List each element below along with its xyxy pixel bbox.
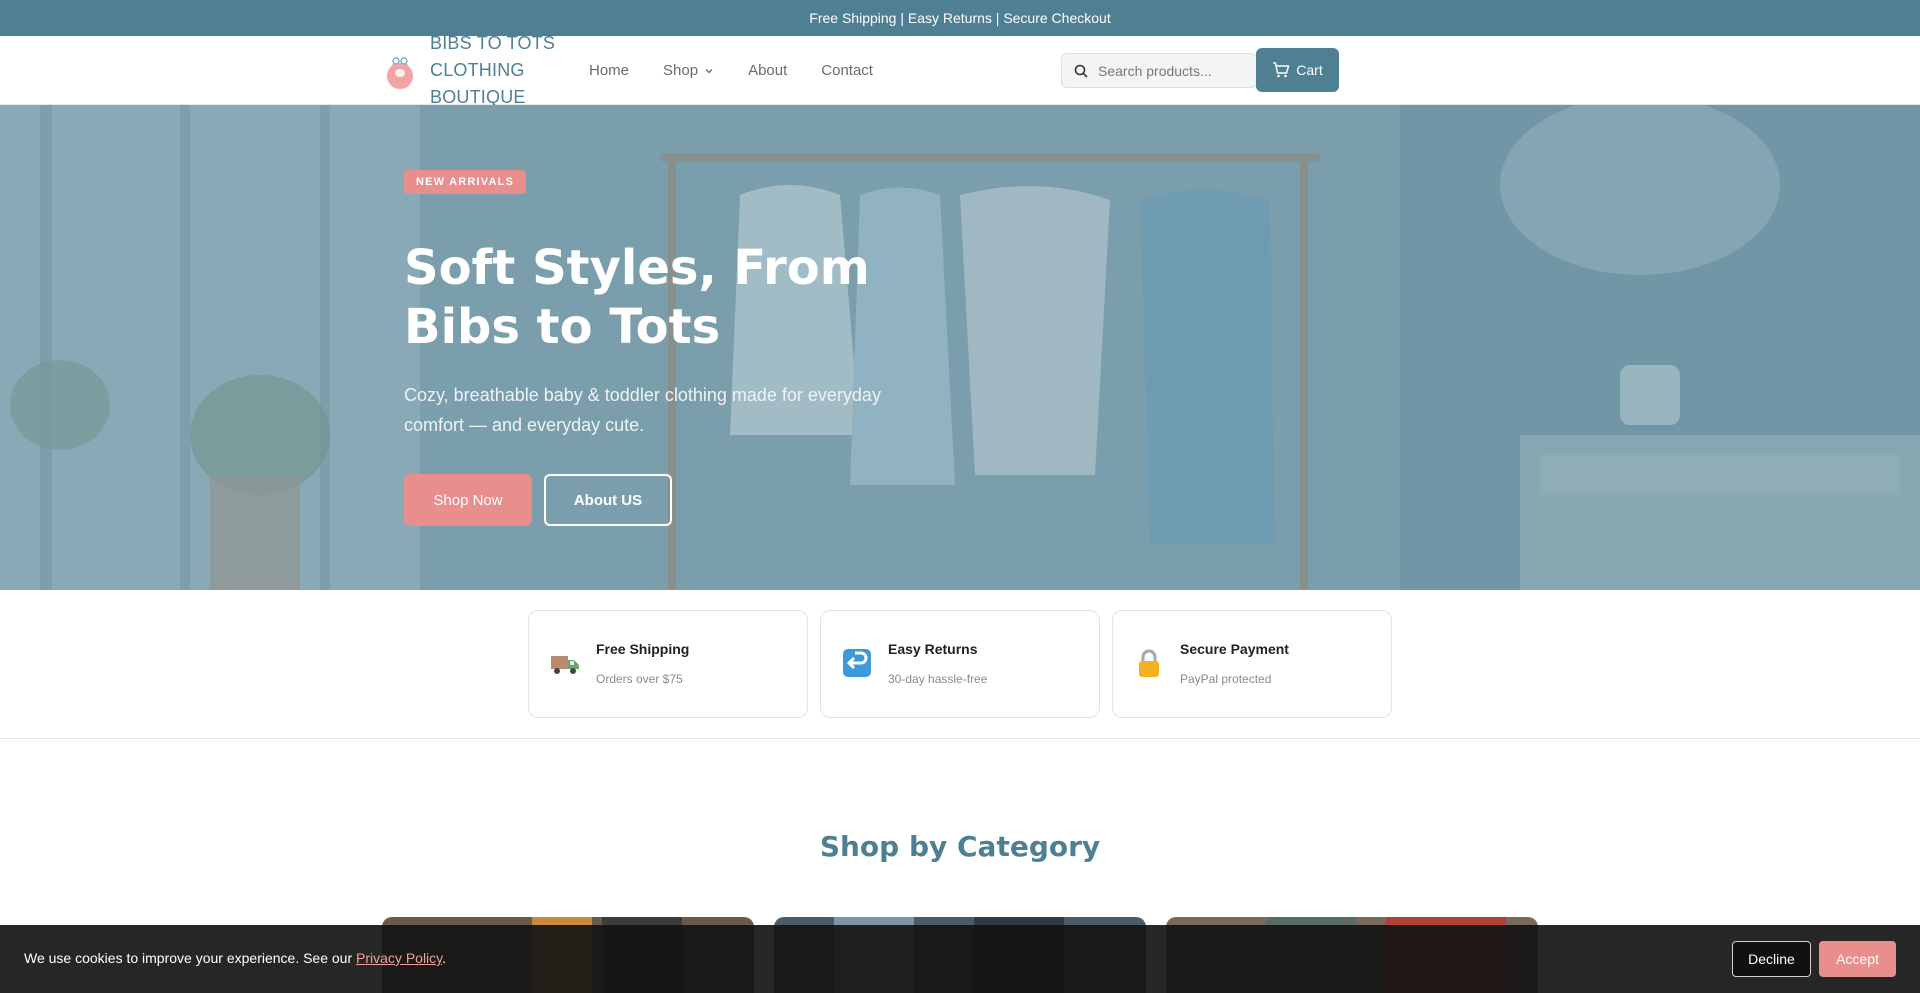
new-arrivals-badge: NEW ARRIVALS: [404, 170, 527, 194]
nav-home[interactable]: Home: [589, 62, 629, 79]
privacy-policy-link[interactable]: Privacy Policy: [356, 950, 442, 966]
feature-subtitle: Orders over $75: [596, 672, 683, 686]
delivery-truck-icon: [551, 656, 579, 674]
feature-title: Free Shipping: [596, 641, 690, 657]
accept-cookies-button[interactable]: Accept: [1819, 941, 1896, 977]
search-input[interactable]: [1098, 62, 1238, 79]
cookie-text-end: .: [442, 950, 447, 966]
about-us-button[interactable]: About US: [544, 474, 672, 526]
decline-cookies-button[interactable]: Decline: [1732, 941, 1811, 977]
hero-section: NEW ARRIVALS Soft Styles, From Bibs to T…: [0, 105, 1920, 590]
onesie-logo-icon[interactable]: [384, 52, 416, 90]
brand-name[interactable]: BIBS TO TOTS CLOTHING BOUTIQUE: [430, 33, 560, 107]
announcement-text: Free Shipping | Easy Returns | Secure Ch…: [809, 10, 1111, 26]
shop-now-button[interactable]: Shop Now: [404, 474, 532, 526]
feature-subtitle: 30-day hassle-free: [888, 672, 988, 686]
nav-shop[interactable]: Shop: [663, 62, 714, 79]
feature-card-payment: Secure Payment PayPal protected: [1112, 610, 1392, 718]
cookie-text: We use cookies to improve your experienc…: [24, 950, 357, 966]
cart-button[interactable]: Cart: [1256, 48, 1339, 92]
feature-subtitle: PayPal protected: [1180, 672, 1272, 686]
features-section: Free Shipping Orders over $75 Easy Retur…: [0, 590, 1920, 739]
feature-card-shipping: Free Shipping Orders over $75: [528, 610, 808, 718]
main-nav: Home Shop About Contact: [589, 36, 907, 105]
search-icon: [1074, 64, 1088, 78]
shop-by-category-title: Shop by Category: [819, 830, 1101, 863]
cart-label: Cart: [1296, 62, 1323, 78]
chevron-down-icon: [705, 68, 713, 73]
hero-subtitle: Cozy, breathable baby & toddler clothing…: [404, 385, 881, 435]
feature-card-returns: Easy Returns 30-day hassle-free: [820, 610, 1100, 718]
feature-title: Easy Returns: [888, 641, 978, 657]
brand-name-line1: BIBS TO TOTS: [430, 33, 556, 53]
feature-title: Secure Payment: [1180, 641, 1289, 657]
hero-title: Soft Styles, From Bibs to Tots: [404, 240, 870, 355]
nav-shop-label: Shop: [663, 62, 699, 79]
return-arrow-icon: [843, 649, 871, 677]
cookie-consent-bar: We use cookies to improve your experienc…: [0, 925, 1920, 993]
search-box[interactable]: [1061, 53, 1257, 88]
nav-contact[interactable]: Contact: [821, 62, 873, 79]
shopping-cart-icon: [1273, 62, 1290, 78]
nav-about[interactable]: About: [748, 62, 787, 79]
announcement-bar: Free Shipping | Easy Returns | Secure Ch…: [0, 0, 1920, 36]
site-header: BIBS TO TOTS CLOTHING BOUTIQUE Home Shop…: [0, 33, 1920, 107]
padlock-icon: [1139, 649, 1159, 677]
cookie-message: We use cookies to improve your experienc…: [24, 950, 446, 966]
brand-name-line2: CLOTHING: [430, 60, 525, 80]
